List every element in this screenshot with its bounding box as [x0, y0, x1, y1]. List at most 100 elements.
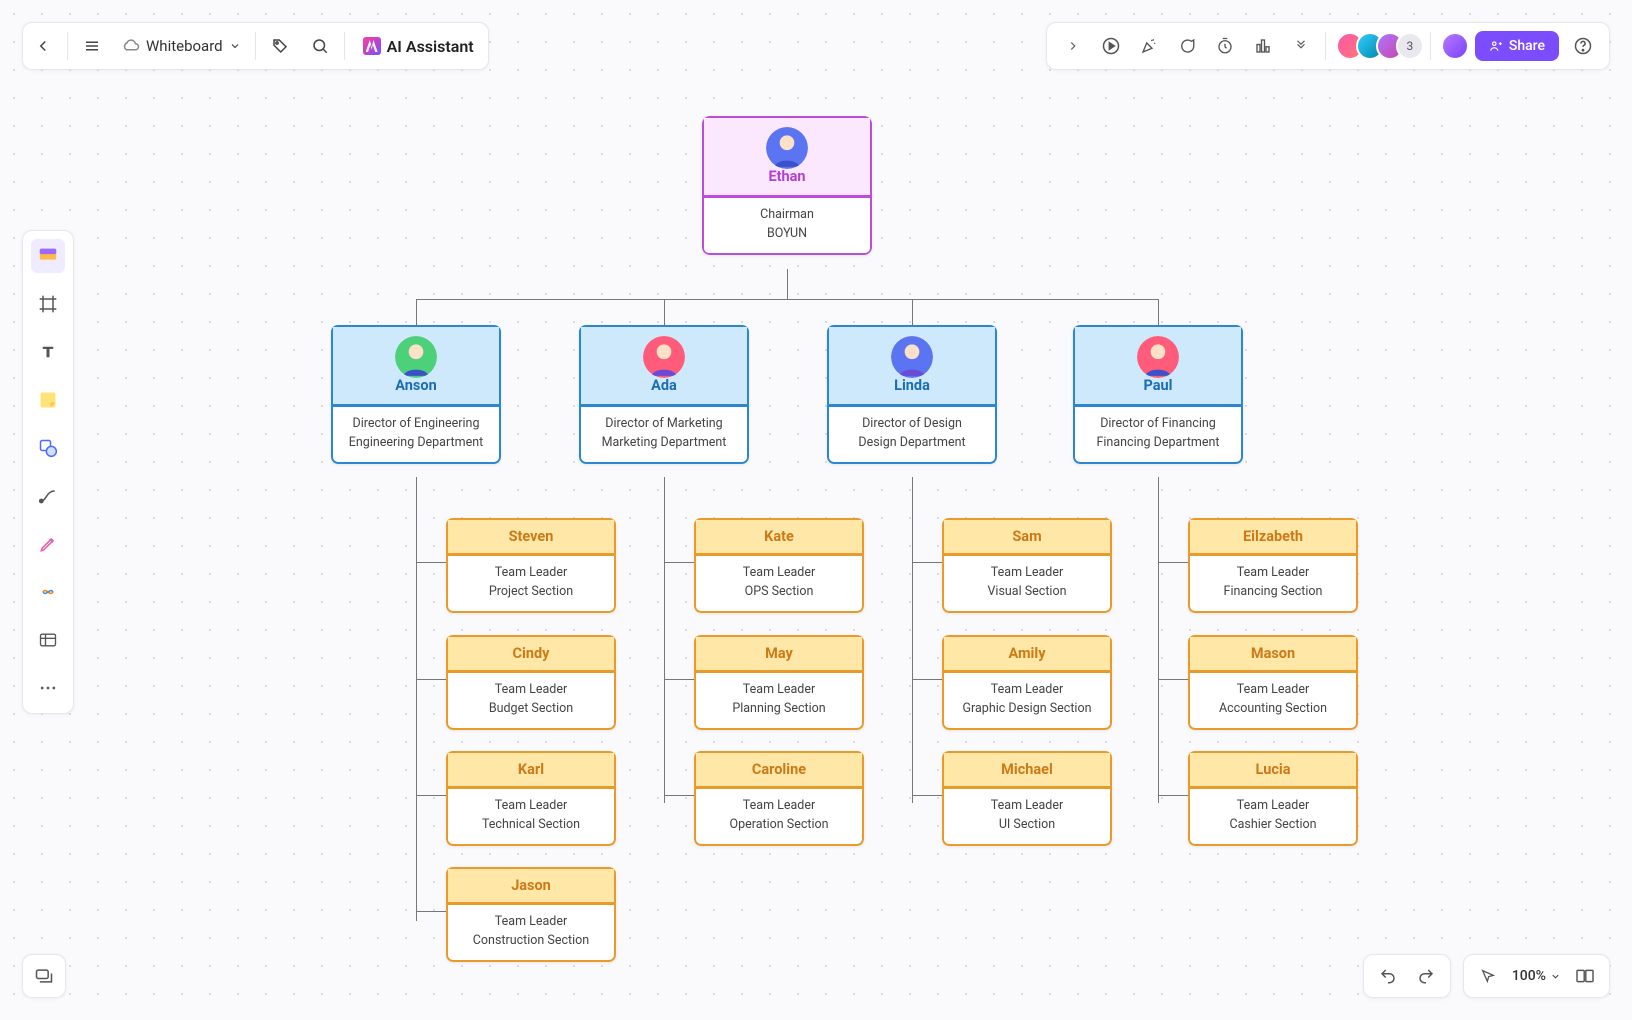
org-node-director[interactable]: Anson Director of EngineeringEngineering… — [331, 325, 501, 464]
node-name: Mason — [1251, 645, 1295, 662]
connector — [416, 562, 446, 563]
node-section: Accounting Section — [1194, 699, 1352, 718]
avatar-icon — [643, 336, 685, 378]
org-node-director[interactable]: Paul Director of FinancingFinancing Depa… — [1073, 325, 1243, 464]
org-node-director[interactable]: Ada Director of MarketingMarketing Depar… — [579, 325, 749, 464]
connector — [416, 679, 446, 680]
connector — [912, 299, 913, 325]
org-node-leaf[interactable]: Karl Team LeaderTechnical Section — [446, 751, 616, 846]
org-node-leaf[interactable]: May Team LeaderPlanning Section — [694, 635, 864, 730]
org-node-director[interactable]: Linda Director of DesignDesign Departmen… — [827, 325, 997, 464]
node-dept: Engineering Department — [337, 433, 495, 452]
node-section: Graphic Design Section — [948, 699, 1106, 718]
connector — [912, 795, 942, 796]
node-title: Team Leader — [700, 680, 858, 699]
node-section: Operation Section — [700, 815, 858, 834]
node-name: May — [765, 645, 793, 662]
node-name: Caroline — [752, 761, 806, 778]
node-title: Team Leader — [948, 563, 1106, 582]
node-title: Team Leader — [1194, 680, 1352, 699]
node-section: Construction Section — [452, 931, 610, 950]
org-node-leaf[interactable]: Lucia Team LeaderCashier Section — [1188, 751, 1358, 846]
node-name: Lucia — [1256, 761, 1291, 778]
node-title: Team Leader — [452, 563, 610, 582]
connector — [416, 477, 417, 921]
node-section: Project Section — [452, 582, 610, 601]
avatar-icon — [766, 127, 808, 169]
node-section: Financing Section — [1194, 582, 1352, 601]
connector — [1158, 477, 1159, 803]
node-name: Anson — [395, 377, 436, 394]
org-node-leaf[interactable]: Mason Team LeaderAccounting Section — [1188, 635, 1358, 730]
node-title: Team Leader — [700, 796, 858, 815]
node-title: Team Leader — [948, 680, 1106, 699]
node-section: Budget Section — [452, 699, 610, 718]
node-title: Team Leader — [1194, 796, 1352, 815]
connector — [416, 795, 446, 796]
node-title: Team Leader — [948, 796, 1106, 815]
node-dept: Design Department — [833, 433, 991, 452]
node-name: Sam — [1012, 528, 1041, 545]
node-title: Team Leader — [452, 912, 610, 931]
node-name: Paul — [1144, 377, 1173, 394]
node-title: Director of Marketing — [585, 414, 743, 433]
org-node-leaf[interactable]: Cindy Team LeaderBudget Section — [446, 635, 616, 730]
org-node-leaf[interactable]: Kate Team LeaderOPS Section — [694, 518, 864, 613]
node-name: Amily — [1008, 645, 1045, 662]
node-section: UI Section — [948, 815, 1106, 834]
node-title: Director of Financing — [1079, 414, 1237, 433]
avatar-icon — [395, 336, 437, 378]
connector — [787, 269, 788, 299]
avatar-icon — [891, 336, 933, 378]
org-node-leaf[interactable]: Sam Team LeaderVisual Section — [942, 518, 1112, 613]
org-node-leaf[interactable]: Amily Team LeaderGraphic Design Section — [942, 635, 1112, 730]
node-name: Cindy — [513, 645, 550, 662]
connector — [664, 795, 694, 796]
connector — [1158, 299, 1159, 325]
connector — [664, 299, 665, 325]
org-node-leaf[interactable]: JasonTeam LeaderConstruction Section — [446, 867, 616, 962]
org-node-leaf[interactable]: Steven Team LeaderProject Section — [446, 518, 616, 613]
node-name: Michael — [1001, 761, 1053, 778]
node-title: Team Leader — [452, 680, 610, 699]
node-name: Kate — [764, 528, 794, 545]
connector — [416, 299, 1158, 300]
node-section: Planning Section — [700, 699, 858, 718]
node-section: Technical Section — [452, 815, 610, 834]
node-name: Linda — [894, 377, 930, 394]
node-name: Ada — [651, 377, 677, 394]
node-title: Director of Engineering — [337, 414, 495, 433]
connector — [664, 562, 694, 563]
connector — [416, 911, 446, 912]
connector — [1158, 562, 1188, 563]
org-node-leaf[interactable]: Eilzabeth Team LeaderFinancing Section — [1188, 518, 1358, 613]
node-section: Visual Section — [948, 582, 1106, 601]
node-section: OPS Section — [700, 582, 858, 601]
org-node-root[interactable]: Ethan Chairman BOYUN — [702, 116, 872, 255]
connector — [1158, 795, 1188, 796]
node-name: Steven — [509, 528, 554, 545]
node-title: Team Leader — [452, 796, 610, 815]
node-section: Cashier Section — [1194, 815, 1352, 834]
connector — [912, 679, 942, 680]
node-title: Team Leader — [700, 563, 858, 582]
org-node-leaf[interactable]: Michael Team LeaderUI Section — [942, 751, 1112, 846]
connector — [912, 562, 942, 563]
connector — [664, 679, 694, 680]
node-title: Team Leader — [1194, 563, 1352, 582]
node-title: Director of Design — [833, 414, 991, 433]
connector — [1158, 679, 1188, 680]
avatar-icon — [1137, 336, 1179, 378]
node-name: Karl — [518, 761, 544, 778]
node-dept: Financing Department — [1079, 433, 1237, 452]
connector — [664, 477, 665, 803]
node-title: Chairman — [708, 205, 866, 224]
node-name: Ethan — [768, 168, 805, 185]
connector — [416, 299, 417, 325]
node-dept: BOYUN — [708, 224, 866, 243]
org-chart-canvas[interactable]: Ethan Chairman BOYUN Anson Director of E… — [0, 0, 1632, 1020]
connector — [912, 477, 913, 803]
org-node-leaf[interactable]: Caroline Team LeaderOperation Section — [694, 751, 864, 846]
node-name: Eilzabeth — [1243, 528, 1303, 545]
node-dept: Marketing Department — [585, 433, 743, 452]
